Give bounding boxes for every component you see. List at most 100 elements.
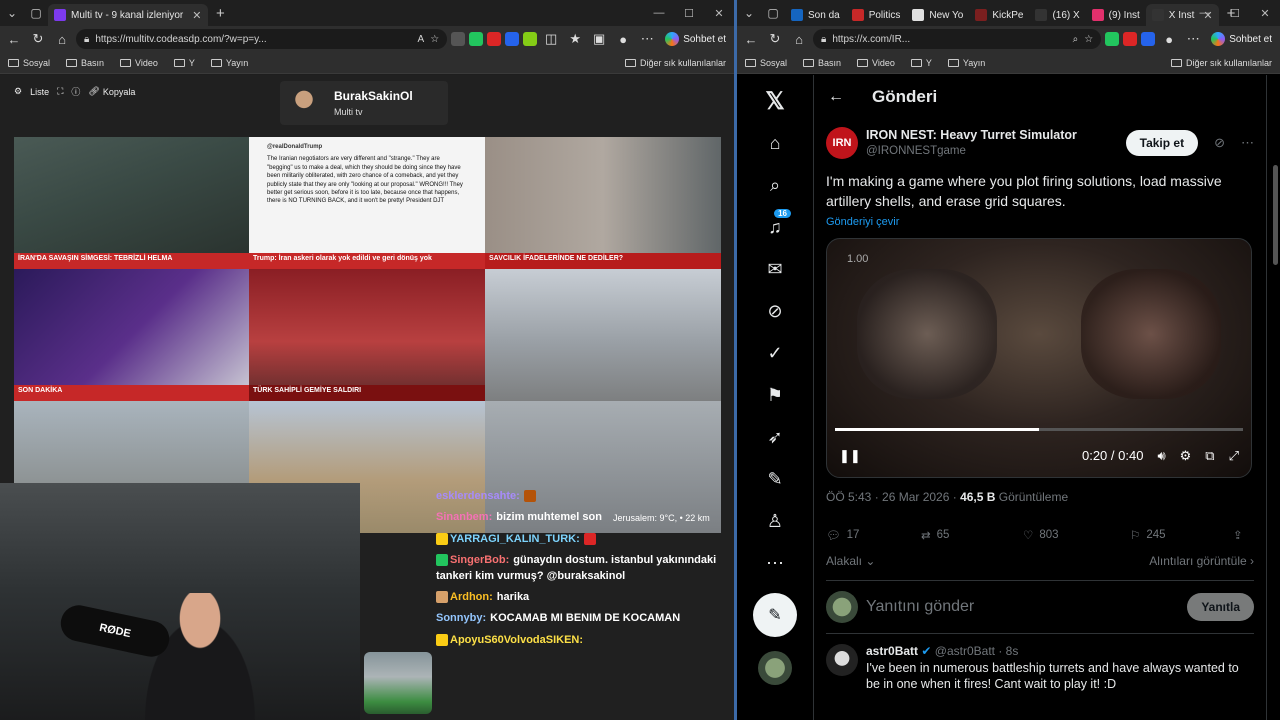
workspaces-icon[interactable]: ▢	[761, 0, 785, 26]
profile-icon[interactable]: ●	[613, 29, 633, 49]
settings-icon[interactable]: ⚙	[1180, 448, 1192, 464]
tab-item[interactable]: Politics	[846, 4, 907, 26]
follow-button[interactable]: Takip et	[1125, 130, 1199, 156]
more-options-icon[interactable]: ⋯	[1241, 135, 1254, 151]
favorite-star-icon[interactable]: ☆	[430, 34, 439, 45]
profile-icon[interactable]: ●	[1159, 29, 1179, 49]
author-name[interactable]: IRON NEST: Heavy Turret Simulator	[866, 128, 1118, 144]
extension-icon[interactable]	[487, 32, 502, 46]
more-menu-icon[interactable]: ⋯	[637, 29, 657, 49]
explore-icon[interactable]: ⌕	[755, 165, 795, 205]
reply-action[interactable]: 💬︎ 17	[826, 528, 921, 542]
rocket-icon[interactable]: ➶	[755, 417, 795, 457]
tab-item[interactable]: (16) X	[1029, 4, 1085, 26]
grok-icon[interactable]: ⊘	[1214, 135, 1225, 151]
video-cell[interactable]: @realDonaldTrump The Iranian negotiators…	[249, 137, 485, 269]
minimize-icon[interactable]: —	[1190, 0, 1220, 26]
tab-multitv[interactable]: Multi tv - 9 kanal izleniyor ✕	[48, 4, 208, 26]
more-icon[interactable]: ⋯	[755, 543, 795, 583]
extension-icon[interactable]	[1105, 32, 1120, 46]
reply-author-name[interactable]: astr0Batt	[866, 644, 918, 658]
info-icon[interactable]: ⓘ	[71, 85, 80, 98]
more-menu-icon[interactable]: ⋯	[1183, 29, 1203, 49]
bookmark-folder[interactable]: Sosyal	[8, 58, 50, 68]
video-cell[interactable]: SAVCILIK İFADELERİNDE NE DEDİLER?	[485, 137, 721, 269]
bookmark-folder[interactable]: Sosyal	[745, 58, 787, 68]
tab-actions-icon[interactable]: ⌄	[0, 0, 24, 26]
bookmark-folder[interactable]: Yayın	[947, 58, 985, 68]
grok-icon[interactable]: ⊘	[755, 291, 795, 331]
profile-icon[interactable]: ♙	[755, 501, 795, 541]
other-bookmarks[interactable]: Diğer sık kullanılanlar	[624, 58, 726, 68]
fullscreen-icon[interactable]: ⛶	[57, 86, 63, 97]
zoom-icon[interactable]: ⌕	[1073, 34, 1079, 45]
retweet-action[interactable]: ⇄ 65	[921, 528, 1023, 542]
copilot-button[interactable]: Sohbet et	[661, 32, 730, 46]
workspaces-icon[interactable]: ▢	[24, 0, 48, 26]
new-tab-icon[interactable]: +	[216, 5, 225, 22]
bookmark-folder[interactable]: Basın	[803, 58, 841, 68]
reply-button[interactable]: Yanıtla	[1187, 592, 1254, 621]
video-progress-bar[interactable]	[835, 427, 1243, 431]
verified-icon[interactable]: ✓	[755, 333, 795, 373]
share-icon[interactable]: ⇪	[1233, 528, 1243, 542]
list-button[interactable]: Liste	[30, 87, 49, 97]
read-aloud-icon[interactable]: A	[418, 34, 425, 45]
tab-item[interactable]: KickPe	[969, 4, 1029, 26]
compose-post-button[interactable]: ✎	[753, 593, 797, 637]
sort-dropdown[interactable]: Alakalı ⌄	[826, 554, 875, 568]
channel-header[interactable]: BurakSakinOl Multi tv	[280, 81, 448, 125]
video-cell[interactable]: İRAN'DA SAVAŞIN SİMGESİ: TEBRİZLİ HELMA	[14, 137, 249, 269]
bookmarks-icon[interactable]: ⚑	[755, 375, 795, 415]
url-field[interactable]: 🔒︎ https://multitv.codeasdp.com/?w=p=y..…	[76, 29, 448, 49]
view-quotes-link[interactable]: Alıntıları görüntüle ›	[1149, 554, 1254, 568]
tab-close-icon[interactable]: ✕	[192, 9, 201, 22]
notifications-icon[interactable]: ♫ 16	[755, 207, 795, 247]
video-player[interactable]: 1.00 ❚❚ 0:20 / 0:40 🔊︎ ⚙ ⧉ ⤢	[826, 237, 1252, 478]
pause-icon[interactable]: ❚❚	[839, 448, 861, 464]
volume-icon[interactable]: 🔊︎	[1157, 448, 1165, 464]
favorites-icon[interactable]: ★	[565, 29, 585, 49]
tab-item[interactable]: Son da	[785, 4, 846, 26]
tab-item[interactable]: New Yo	[906, 4, 969, 26]
other-bookmarks[interactable]: Diğer sık kullanılanlar	[1170, 58, 1272, 68]
extension-icon[interactable]	[469, 32, 484, 46]
home-icon[interactable]: ⌂	[789, 29, 809, 49]
favorite-star-icon[interactable]: ☆	[1084, 34, 1093, 45]
bookmark-folder[interactable]: Video	[857, 58, 895, 68]
account-avatar[interactable]	[758, 651, 792, 685]
articles-icon[interactable]: ✎	[755, 459, 795, 499]
copilot-button[interactable]: Sohbet et	[1207, 32, 1276, 46]
bookmark-folder[interactable]: Video	[120, 58, 158, 68]
pip-icon[interactable]: ⧉	[1205, 448, 1214, 464]
close-window-icon[interactable]: ✕	[704, 0, 734, 26]
fullscreen-icon[interactable]: ⤢	[1229, 448, 1239, 464]
video-cell[interactable]	[485, 269, 721, 401]
reply-input[interactable]: Yanıtını gönder	[866, 598, 1179, 616]
bookmark-folder[interactable]: Y	[910, 58, 932, 68]
extension-icon[interactable]	[1141, 32, 1156, 46]
maximize-icon[interactable]: ☐	[674, 0, 704, 26]
refresh-icon[interactable]: ↻	[28, 29, 48, 49]
tab-actions-icon[interactable]: ⌄	[737, 0, 761, 26]
author-handle[interactable]: @IRONNESTgame	[866, 144, 1118, 158]
split-screen-icon[interactable]: ◫	[541, 29, 561, 49]
close-window-icon[interactable]: ✕	[1250, 0, 1280, 26]
settings-icon[interactable]: ⚙	[14, 86, 22, 97]
tweet-date[interactable]: ÖÖ 5:43 · 26 Mar 2026 ·	[826, 490, 957, 504]
video-cell[interactable]: TÜRK SAHİPLİ GEMİYE SALDIRI	[249, 269, 485, 401]
like-action[interactable]: ♡ 803	[1023, 528, 1130, 542]
messages-icon[interactable]: ✉	[755, 249, 795, 289]
copy-button[interactable]: 🔗︎ Kopyala	[88, 86, 135, 97]
bookmark-action[interactable]: ⚐ 245	[1130, 528, 1233, 542]
extension-icon[interactable]	[1123, 32, 1138, 46]
reply-avatar[interactable]	[826, 643, 858, 676]
extension-icon[interactable]	[451, 32, 466, 46]
bookmark-folder[interactable]: Yayın	[210, 58, 248, 68]
collections-icon[interactable]: ▣	[589, 29, 609, 49]
translate-link[interactable]: Gönderiyi çevir	[826, 216, 1254, 228]
home-icon[interactable]: ⌂	[52, 29, 72, 49]
back-icon[interactable]: ←	[741, 29, 761, 49]
tab-item[interactable]: (9) Inst	[1086, 4, 1146, 26]
bookmark-folder[interactable]: Y	[173, 58, 195, 68]
